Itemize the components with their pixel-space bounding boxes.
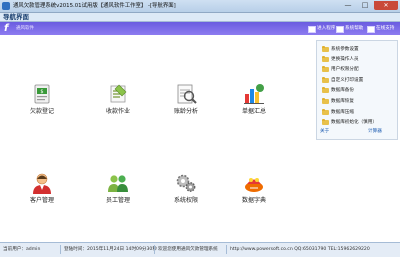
link-label: 系统参数设置 — [331, 47, 359, 52]
receipt-icon — [110, 84, 127, 103]
folder-icon — [322, 119, 329, 125]
link-db-init[interactable]: 数据库初始化（慎用） — [321, 118, 377, 127]
tile-employee[interactable]: 员工管理 — [88, 171, 148, 205]
status-contact: http://www.powersoft.co.cn QQ:65031790 T… — [230, 247, 370, 252]
main-area: $ 欠款登记 收款作业 账龄分析 单据汇总 客户管理 员工管理 系统权限 数据字… — [0, 35, 400, 242]
tile-label: 员工管理 — [105, 197, 130, 204]
link-db-restore[interactable]: 数据库恢复 — [321, 97, 354, 106]
folder-icon — [322, 109, 329, 115]
link-label: 数据库压缩 — [331, 110, 354, 115]
status-welcome: 欢迎您使用通风欠款管理系统 — [158, 247, 218, 252]
checkbox-icon — [308, 26, 316, 33]
tile-label: 系统权限 — [173, 197, 198, 204]
tile-document-summary[interactable]: 单据汇总 — [224, 82, 284, 116]
tile-label: 单据汇总 — [241, 108, 266, 115]
status-divider — [154, 245, 155, 254]
tile-label: 收款作业 — [105, 108, 130, 115]
link-label: 更换操作人员 — [331, 57, 359, 62]
tile-label: 数据字典 — [241, 197, 266, 204]
folder-icon — [322, 98, 329, 104]
title-bar: 通风欠款管理系统v2015.01试用版【通风软件工作室】 -[导航界面] — □… — [0, 0, 400, 13]
tile-label: 客户管理 — [29, 197, 54, 204]
checkbox-icon — [367, 26, 375, 33]
status-divider — [60, 245, 61, 254]
brand-text: 通风软件 — [16, 26, 34, 31]
minimize-button[interactable]: — — [340, 1, 356, 10]
tile-debt-register[interactable]: $ 欠款登记 — [12, 82, 72, 116]
tile-label: 欠款登记 — [29, 108, 54, 115]
quick-links-panel: 系统参数设置 更换操作人员 用户权限分配 自定义打印设置 数据库备份 数据库恢复… — [316, 40, 398, 140]
status-user: 当前用户：admin — [3, 247, 41, 252]
link-db-backup[interactable]: 数据库备份 — [321, 86, 354, 95]
status-bar: 当前用户：admin 登陆时间：2015年11月24日 14时09分30秒 欢迎… — [0, 242, 400, 257]
folder-icon — [322, 87, 329, 93]
system-help-button[interactable]: 系统帮助 — [334, 24, 363, 33]
link-db-compress[interactable]: 数据库压缩 — [321, 108, 354, 117]
svg-text:$: $ — [40, 89, 43, 95]
app-window: 通风欠款管理系统v2015.01试用版【通风软件工作室】 -[导航界面] — □… — [0, 0, 400, 257]
link-system-params[interactable]: 系统参数设置 — [321, 45, 359, 54]
folder-icon — [322, 77, 329, 83]
folder-icon — [322, 56, 329, 62]
link-user-permissions[interactable]: 用户权限分配 — [321, 65, 359, 74]
close-button[interactable]: ✕ — [374, 1, 398, 10]
tile-aging-analysis[interactable]: 账龄分析 — [156, 82, 216, 116]
aging-analysis-icon — [177, 84, 197, 104]
data-dictionary-icon — [245, 178, 263, 192]
about-link[interactable]: 关于 — [320, 129, 329, 135]
window-title: 通风欠款管理系统v2015.01试用版【通风软件工作室】 -[导航界面] — [13, 3, 176, 9]
checkbox-icon — [336, 26, 344, 33]
link-label: 数据库初始化（慎用） — [331, 120, 377, 125]
document-summary-icon — [244, 84, 264, 104]
online-support-button[interactable]: 在线支持 — [365, 24, 394, 33]
link-change-operator[interactable]: 更换操作人员 — [321, 55, 359, 64]
enter-program-label: 进入程序 — [317, 26, 336, 31]
toolbar-banner: f 通风软件 进入程序 系统帮助 在线支持 — [0, 22, 400, 35]
tile-data-dictionary[interactable]: 数据字典 — [224, 171, 284, 205]
employee-icon — [108, 175, 128, 192]
nav-title: 导航界面 — [3, 13, 29, 21]
permission-gears-icon — [176, 174, 196, 192]
folder-icon — [322, 66, 329, 72]
logo: f — [4, 23, 9, 34]
link-label: 自定义打印设置 — [331, 78, 364, 83]
debt-register-icon: $ — [34, 84, 50, 104]
link-label: 数据库备份 — [331, 88, 354, 93]
link-label: 用户权限分配 — [331, 67, 359, 72]
enter-program-button[interactable]: 进入程序 — [306, 24, 335, 33]
nav-header: 导航界面 — [0, 13, 400, 22]
folder-icon — [322, 46, 329, 52]
maximize-button[interactable]: □ — [357, 1, 373, 10]
app-icon — [2, 2, 10, 10]
calculator-link[interactable]: 计算器 — [368, 129, 382, 135]
system-help-label: 系统帮助 — [345, 26, 364, 31]
tile-customer[interactable]: 客户管理 — [12, 171, 72, 205]
link-print-settings[interactable]: 自定义打印设置 — [321, 76, 363, 85]
link-label: 数据库恢复 — [331, 99, 354, 104]
status-divider — [226, 245, 227, 254]
tile-receipt[interactable]: 收款作业 — [88, 82, 148, 116]
customer-icon — [33, 173, 51, 194]
status-login-time: 登陆时间：2015年11月24日 14时09分30秒 — [64, 247, 157, 252]
tile-permissions[interactable]: 系统权限 — [156, 171, 216, 205]
tile-label: 账龄分析 — [173, 108, 198, 115]
online-support-label: 在线支持 — [376, 26, 395, 31]
